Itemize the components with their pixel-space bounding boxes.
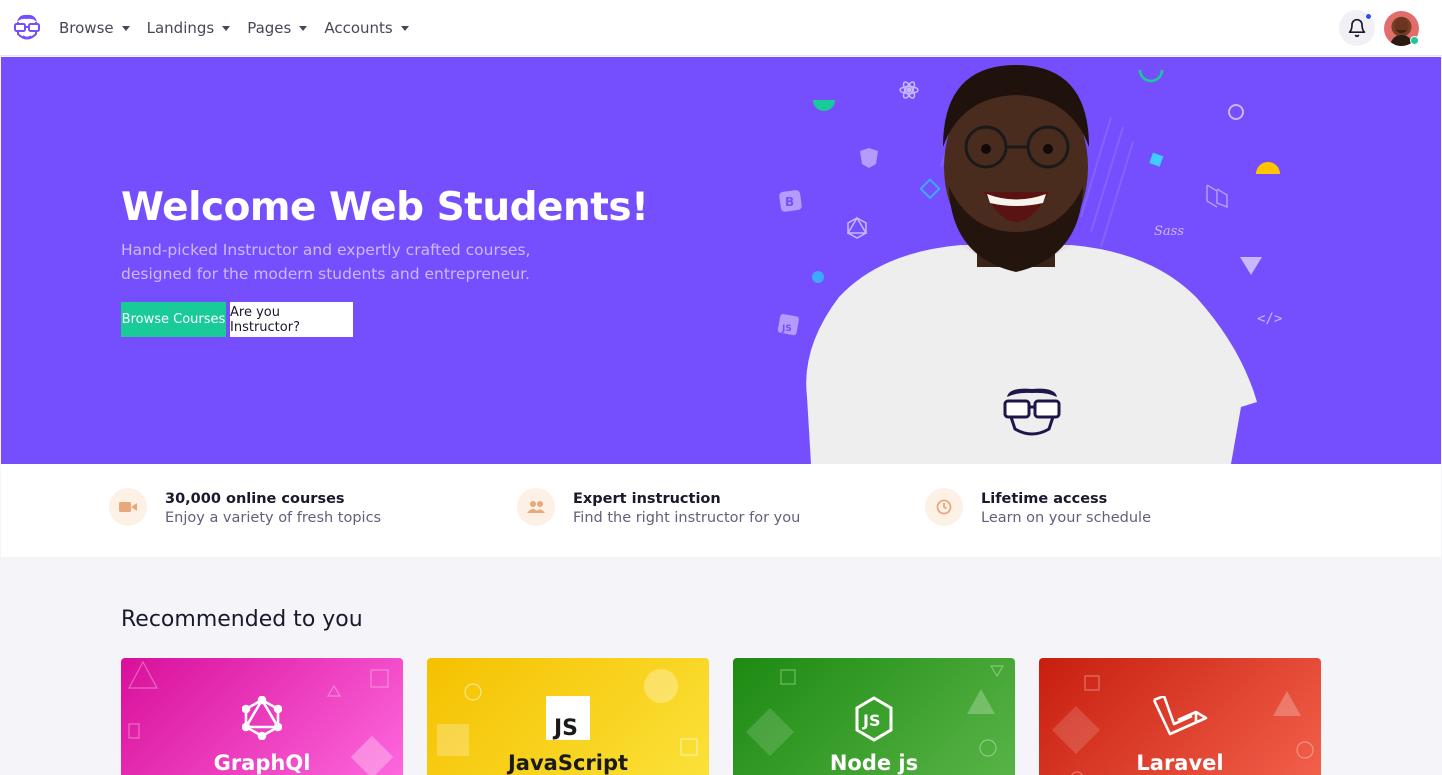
nav-pages[interactable]: Pages [247, 19, 308, 37]
cyan-diamond-shape [1149, 152, 1164, 167]
feature-instruction: Expert instruction Find the right instru… [517, 488, 800, 527]
svg-text:JS: JS [552, 716, 578, 740]
yellow-half-circle-shape [1256, 162, 1280, 174]
notifications-button[interactable] [1339, 10, 1375, 46]
nav-landings-label: Landings [146, 19, 215, 37]
caret-down-icon [222, 25, 231, 31]
course-card-graphql[interactable]: GraphQl [121, 658, 403, 775]
course-card-title: JavaScript [507, 751, 629, 775]
feature-description: Learn on your schedule [981, 510, 1151, 526]
notification-unread-dot [1365, 13, 1372, 20]
graphql-icon [846, 216, 868, 239]
geek-face-logo-icon[interactable] [13, 12, 41, 44]
caret-down-icon [121, 25, 130, 31]
hero-student-illustration: B JS Sass </> [777, 65, 1282, 464]
graphql-icon [242, 696, 282, 740]
feature-description: Find the right instructor for you [573, 510, 801, 526]
course-card-nodejs[interactable]: JS Node js [733, 658, 1015, 775]
nav-landings[interactable]: Landings [147, 19, 231, 37]
nav-browse[interactable]: Browse [59, 19, 130, 37]
bell-icon [1348, 18, 1366, 38]
hero-title: Welcome Web Students! [121, 185, 649, 230]
nodejs-icon: JS [855, 696, 893, 742]
gatsby-icon [1228, 104, 1244, 120]
blue-diamond-shape [919, 178, 941, 200]
top-navbar: Browse Landings Pages Accounts [0, 0, 1442, 56]
nav-pages-label: Pages [247, 19, 292, 37]
browse-courses-button[interactable]: Browse Courses [121, 302, 226, 337]
bootstrap-icon: B [779, 190, 802, 212]
clock-icon [925, 488, 963, 526]
javascript-icon: JS [546, 696, 590, 740]
blue-dot-shape [812, 271, 824, 283]
svg-text:JS: JS [781, 324, 792, 334]
feature-lifetime: Lifetime access Learn on your schedule [925, 488, 1151, 527]
angular-icon [860, 148, 878, 168]
teal-half-circle-shape [1138, 69, 1164, 83]
feature-description: Enjoy a variety of fresh topics [165, 510, 382, 526]
feature-title: Expert instruction [573, 491, 721, 507]
video-icon [109, 488, 147, 526]
course-card-laravel[interactable]: Laravel [1039, 658, 1321, 775]
caret-down-icon [299, 25, 308, 31]
tshirt-shape [806, 245, 1257, 464]
course-card-title: Node js [829, 751, 919, 775]
green-half-circle-shape [813, 100, 835, 111]
laravel-icon [1206, 184, 1228, 209]
react-icon [899, 81, 919, 99]
feature-title: Lifetime access [981, 491, 1108, 507]
nav-accounts-label: Accounts [324, 19, 393, 37]
users-icon [517, 488, 555, 526]
caret-down-icon [400, 25, 409, 31]
nav-browse-label: Browse [59, 19, 114, 37]
features-strip: 30,000 online courses Enjoy a variety of… [1, 464, 1441, 557]
online-status-dot [1410, 36, 1419, 45]
course-card-title: Laravel [1136, 751, 1224, 775]
hero-subtitle: Hand-picked Instructor and expertly craf… [121, 241, 531, 283]
feature-title: 30,000 online courses [165, 491, 345, 507]
sass-icon: Sass [1154, 224, 1184, 239]
feature-courses: 30,000 online courses Enjoy a variety of… [109, 488, 381, 527]
vue-icon [1240, 257, 1262, 275]
nav-accounts[interactable]: Accounts [324, 19, 409, 37]
course-card-title: GraphQl [213, 751, 311, 775]
recommended-heading: Recommended to you [121, 607, 363, 632]
course-card-javascript[interactable]: JS JavaScript [427, 658, 709, 775]
laravel-icon [1152, 696, 1208, 736]
hero-banner: Welcome Web Students! Hand-picked Instru… [1, 57, 1441, 464]
code-icon: </> [1257, 311, 1282, 327]
svg-text:JS: JS [862, 711, 880, 730]
javascript-icon: JS [777, 314, 799, 336]
main-nav: Browse Landings Pages Accounts [59, 0, 426, 56]
become-instructor-button[interactable]: Are you Instructor? [230, 302, 353, 337]
svg-text:B: B [785, 195, 794, 209]
